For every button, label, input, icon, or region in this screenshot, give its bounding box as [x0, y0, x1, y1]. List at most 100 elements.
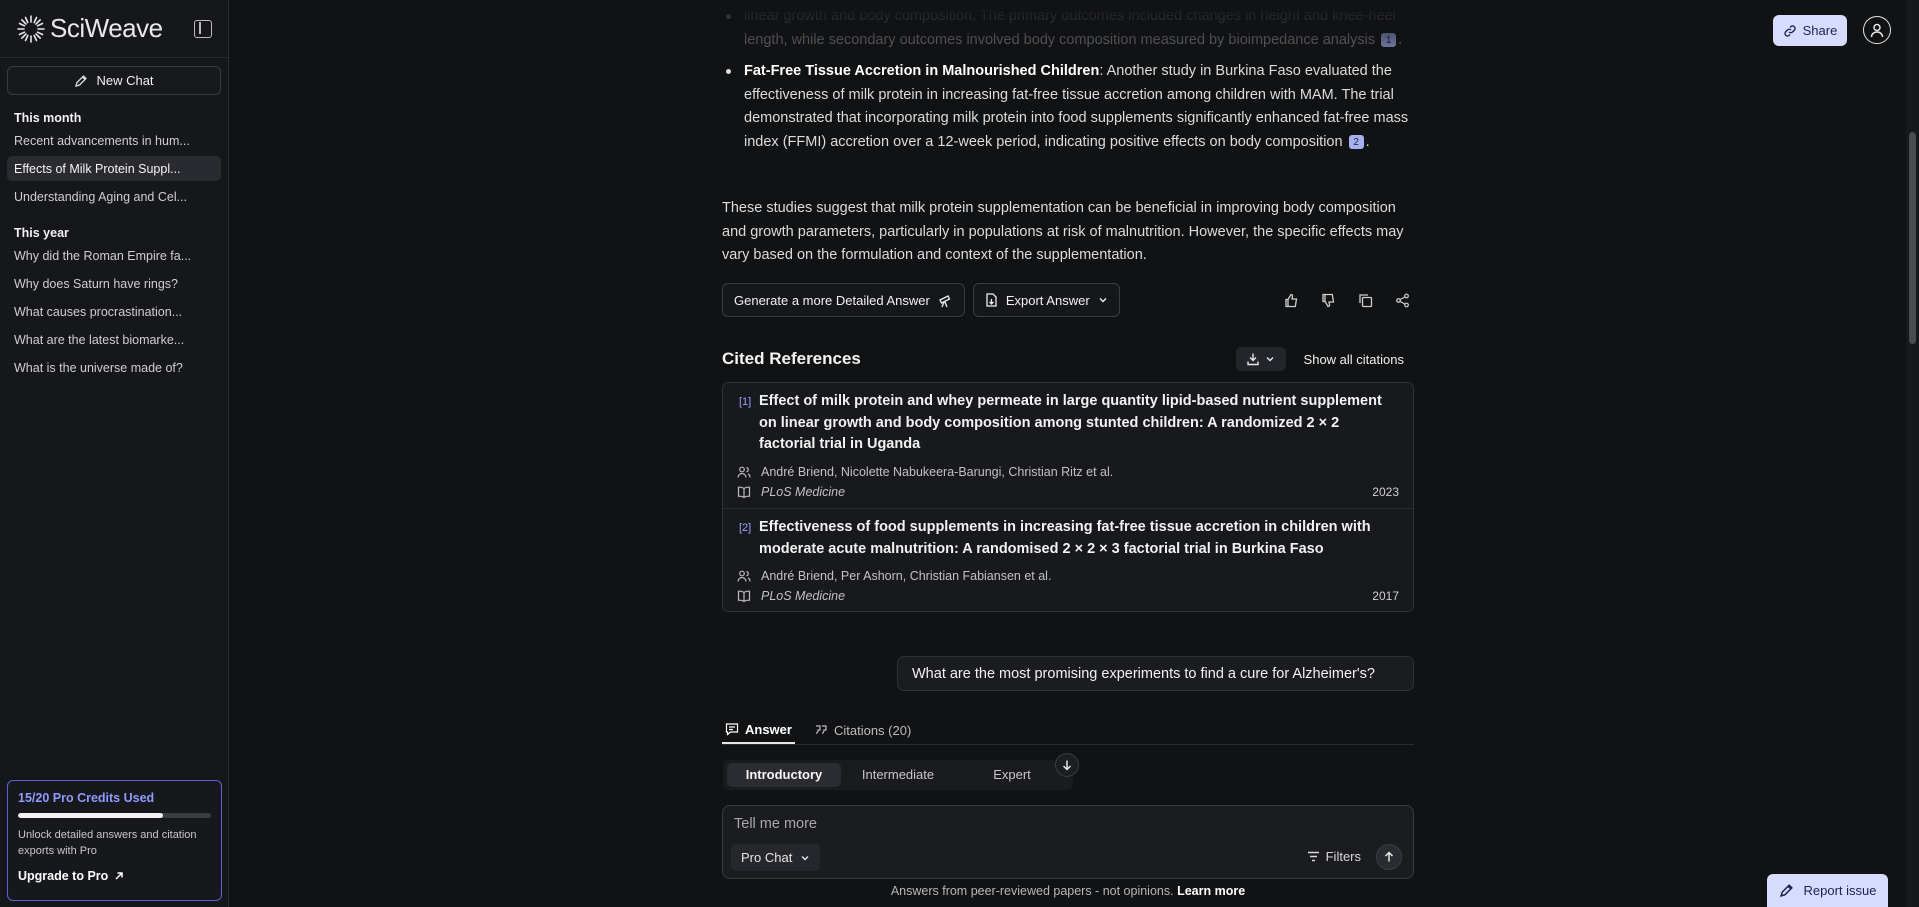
- reference-authors: André Briend, Per Ashorn, Christian Fabi…: [761, 569, 1052, 583]
- quote-icon: [815, 725, 827, 735]
- sciweave-logo-icon: [17, 14, 45, 43]
- user-question-bubble: What are the most promising experiments …: [897, 656, 1414, 691]
- detailed-answer-button[interactable]: Generate a more Detailed Answer: [722, 283, 965, 317]
- chevron-down-icon: [1099, 298, 1107, 303]
- history-item[interactable]: Why does Saturn have rings?: [7, 271, 221, 296]
- pro-credits-fill: [18, 813, 163, 818]
- references-list: [1] Effect of milk protein and whey perm…: [722, 382, 1414, 612]
- brand-logo[interactable]: SciWeave: [16, 13, 163, 44]
- show-all-citations-link[interactable]: Show all citations: [1304, 352, 1404, 367]
- answer-bullets: linear growth and body composition. The …: [722, 5, 1414, 154]
- citation-badge[interactable]: 2: [1348, 135, 1364, 150]
- reference-year: 2017: [1372, 589, 1399, 603]
- cited-references-title: Cited References: [722, 349, 861, 368]
- history-item[interactable]: What are the latest biomarke...: [7, 327, 221, 352]
- new-chat-label: New Chat: [96, 73, 154, 88]
- user-avatar-icon[interactable]: [1863, 16, 1891, 44]
- download-citations-button[interactable]: [1235, 347, 1286, 371]
- upgrade-to-pro-link[interactable]: Upgrade to Pro: [18, 869, 211, 883]
- reference-journal-row: PLoS Medicine 2023: [737, 482, 1399, 502]
- reference-item[interactable]: [2] Effectiveness of food supplements in…: [723, 508, 1413, 612]
- tab-citations[interactable]: Citations (20): [811, 716, 914, 744]
- book-icon: [737, 486, 751, 498]
- message-icon: [725, 723, 739, 736]
- users-icon: [737, 570, 751, 582]
- reference-journal: PLoS Medicine: [761, 484, 846, 499]
- tab-answer[interactable]: Answer: [722, 716, 795, 744]
- history-item[interactable]: Recent advancements in hum...: [7, 128, 221, 153]
- section-this-year: This year: [14, 226, 69, 240]
- section-this-month: This month: [14, 111, 82, 125]
- answer-actions: Generate a more Detailed Answer Export A…: [722, 283, 1414, 317]
- learn-more-link[interactable]: Learn more: [1177, 884, 1245, 898]
- reference-item[interactable]: [1] Effect of milk protein and whey perm…: [723, 383, 1413, 508]
- reference-number: [2]: [739, 522, 752, 534]
- pencil-icon: [75, 74, 88, 87]
- history-item[interactable]: Understanding Aging and Cel...: [7, 184, 221, 209]
- level-intermediate[interactable]: Intermediate: [841, 763, 955, 787]
- report-issue-button[interactable]: Report issue: [1767, 874, 1888, 907]
- expertise-level-selector: Introductory Intermediate Expert: [723, 760, 1073, 790]
- chevron-down-icon: [1266, 357, 1274, 362]
- reference-title[interactable]: Effect of milk protein and whey permeate…: [759, 391, 1399, 456]
- app-root: SciWeave New Chat This month Recent adva…: [0, 0, 1919, 907]
- history-item[interactable]: Why did the Roman Empire fa...: [7, 243, 221, 268]
- pro-credits-bar: [18, 813, 211, 818]
- pro-credits-desc: Unlock detailed answers and citation exp…: [18, 829, 197, 857]
- link-icon: [1783, 24, 1796, 37]
- users-icon: [737, 466, 751, 478]
- filters-button[interactable]: Filters: [1307, 849, 1361, 864]
- logo-row: SciWeave: [0, 0, 228, 58]
- download-icon: [1247, 353, 1259, 366]
- pencil-icon: [1779, 884, 1793, 897]
- reference-authors: André Briend, Nicolette Nabukeera-Barung…: [761, 464, 1114, 479]
- chat-mode-select[interactable]: Pro Chat: [731, 844, 821, 871]
- file-export-icon: [986, 293, 997, 307]
- chat-composer: Pro Chat Filters: [722, 805, 1414, 879]
- new-chat-button[interactable]: New Chat: [7, 66, 221, 95]
- pro-credits-title: 15/20 Pro Credits Used: [18, 791, 155, 805]
- answer-bullet: Fat-Free Tissue Accretion in Malnourishe…: [722, 60, 1414, 154]
- footer-note: Answers from peer-reviewed papers - not …: [890, 884, 1246, 898]
- scrollbar-thumb[interactable]: [1909, 132, 1916, 344]
- telescope-icon: [938, 294, 951, 307]
- user-icon: [1870, 23, 1884, 38]
- share-nodes-icon[interactable]: [1395, 293, 1410, 308]
- history-item[interactable]: What causes procrastination...: [7, 299, 221, 324]
- arrow-down-icon: [1062, 760, 1072, 771]
- sidebar: SciWeave New Chat This month Recent adva…: [0, 0, 229, 907]
- send-button[interactable]: [1376, 844, 1402, 870]
- history-item[interactable]: What is the universe made of?: [7, 355, 221, 380]
- filter-lines-icon: [1307, 851, 1319, 862]
- arrow-up-right-icon: [115, 872, 124, 880]
- brand-name: SciWeave: [50, 13, 163, 43]
- answer-tabs: Answer Citations (20): [722, 716, 1414, 745]
- level-expert[interactable]: Expert: [955, 763, 1069, 787]
- cited-references-header: Cited References Show all citations: [722, 346, 1414, 372]
- answer-bullet-faded: linear growth and body composition. The …: [722, 5, 1414, 52]
- answer-summary: These studies suggest that milk protein …: [722, 200, 1404, 263]
- reference-journal-row: PLoS Medicine 2017: [737, 586, 1399, 606]
- reference-authors-row: André Briend, Nicolette Nabukeera-Barung…: [737, 462, 1399, 482]
- copy-icon[interactable]: [1358, 293, 1373, 308]
- export-answer-button[interactable]: Export Answer: [972, 283, 1120, 317]
- reference-title[interactable]: Effectiveness of food supplements in inc…: [759, 517, 1399, 560]
- level-introductory[interactable]: Introductory: [727, 763, 841, 787]
- book-icon: [737, 590, 751, 603]
- thumbs-up-icon[interactable]: [1284, 293, 1299, 308]
- reference-authors-row: André Briend, Per Ashorn, Christian Fabi…: [737, 566, 1399, 586]
- main-scrollbar[interactable]: [1906, 0, 1919, 907]
- reference-number: [1]: [739, 396, 752, 408]
- reference-journal: PLoS Medicine: [761, 589, 846, 603]
- collapse-sidebar-icon[interactable]: [194, 19, 212, 38]
- feedback-icons: [1284, 293, 1414, 308]
- citation-badge[interactable]: 1: [1381, 33, 1397, 48]
- arrow-up-icon: [1384, 851, 1394, 862]
- share-button[interactable]: Share: [1773, 15, 1847, 46]
- history-item-active[interactable]: Effects of Milk Protein Suppl...: [7, 156, 221, 181]
- chat-input[interactable]: [734, 816, 1334, 832]
- scroll-down-button[interactable]: [1055, 753, 1079, 777]
- chevron-down-icon: [801, 855, 809, 860]
- thumbs-down-icon[interactable]: [1321, 293, 1336, 308]
- pro-credits-panel: 15/20 Pro Credits Used Unlock detailed a…: [7, 780, 222, 901]
